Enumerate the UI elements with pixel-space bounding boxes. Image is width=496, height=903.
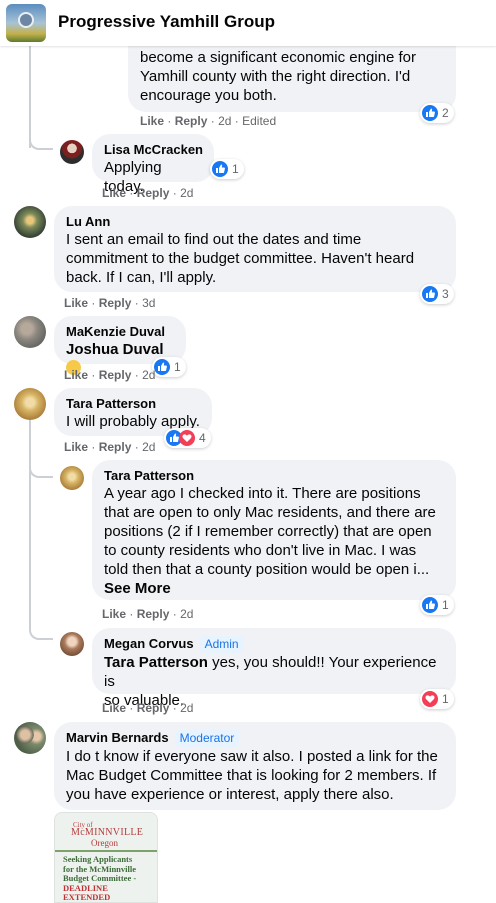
like-reaction-icon bbox=[422, 286, 438, 302]
comment-author: Megan Corvus Admin bbox=[104, 635, 444, 653]
like-reaction-icon bbox=[422, 597, 438, 613]
reaction-summary[interactable]: 1 bbox=[420, 689, 454, 709]
author-name[interactable]: Marvin Bernards bbox=[66, 730, 169, 745]
like-reaction-icon bbox=[212, 161, 228, 177]
reply-button[interactable]: Reply bbox=[137, 186, 170, 200]
avatar[interactable] bbox=[60, 466, 84, 490]
comment-author[interactable]: MaKenzie Duval bbox=[66, 323, 174, 340]
timestamp[interactable]: 2d bbox=[180, 186, 193, 200]
comment-actions: Like · Reply · 2d bbox=[102, 607, 194, 621]
timestamp[interactable]: 2d bbox=[142, 368, 155, 382]
timestamp[interactable]: 2d bbox=[142, 440, 155, 454]
comment-text: I sent an email to find out the dates an… bbox=[66, 231, 415, 286]
comment-bubble: Marvin Bernards Moderator I do t know if … bbox=[54, 722, 456, 810]
see-more-link[interactable]: See More bbox=[104, 579, 444, 598]
divider bbox=[55, 850, 157, 852]
comment-author[interactable]: Lu Ann bbox=[66, 213, 444, 230]
like-reaction-icon bbox=[154, 359, 170, 375]
like-button[interactable]: Like bbox=[140, 114, 164, 128]
love-reaction-icon bbox=[179, 430, 195, 446]
comment-bubble: Tara Patterson A year ago I checked into… bbox=[92, 460, 456, 600]
admin-badge: Admin bbox=[199, 636, 244, 653]
like-button[interactable]: Like bbox=[64, 368, 88, 382]
reply-button[interactable]: Reply bbox=[137, 701, 170, 715]
timestamp[interactable]: 2d bbox=[218, 114, 231, 128]
reply-button[interactable]: Reply bbox=[99, 368, 132, 382]
avatar[interactable] bbox=[14, 316, 46, 348]
timestamp[interactable]: 3d bbox=[142, 296, 155, 310]
comment-actions: Like · Reply · 2d bbox=[64, 440, 156, 454]
reaction-summary[interactable]: 1 bbox=[210, 159, 244, 179]
like-button[interactable]: Like bbox=[64, 440, 88, 454]
like-button[interactable]: Like bbox=[102, 607, 126, 621]
group-header: Progressive Yamhill Group bbox=[0, 0, 496, 46]
reply-button[interactable]: Reply bbox=[99, 440, 132, 454]
thread-connector bbox=[29, 466, 53, 478]
comment-bubble: Lu Ann I sent an email to find out the d… bbox=[54, 206, 456, 292]
comment-text: become a significant economic engine for… bbox=[140, 49, 416, 104]
comment-author: Marvin Bernards Moderator bbox=[66, 729, 444, 747]
mention-link[interactable]: Tara Patterson bbox=[104, 654, 208, 671]
comment-author[interactable]: Tara Patterson bbox=[104, 467, 444, 484]
reply-button[interactable]: Reply bbox=[175, 114, 208, 128]
moderator-badge: Moderator bbox=[174, 730, 240, 747]
reaction-summary[interactable]: 1 bbox=[420, 595, 454, 615]
reaction-summary[interactable]: 3 bbox=[420, 284, 454, 304]
avatar[interactable] bbox=[60, 140, 84, 164]
thread-line bbox=[29, 46, 31, 148]
comment-bubble: Lisa McCracken Applying today. bbox=[92, 134, 214, 195]
avatar[interactable] bbox=[14, 722, 46, 754]
like-reaction-icon bbox=[422, 105, 438, 121]
edited-label: Edited bbox=[242, 114, 277, 128]
author-name[interactable]: Megan Corvus bbox=[104, 636, 194, 651]
timestamp[interactable]: 2d bbox=[180, 607, 193, 621]
reply-button[interactable]: Reply bbox=[99, 296, 132, 310]
comment-bubble: Megan Corvus Admin Tara Patterson yes, yo… bbox=[92, 628, 456, 709]
reaction-summary[interactable]: 1 bbox=[152, 357, 186, 377]
seal-icon bbox=[18, 12, 34, 28]
comment-bubble: become a significant economic engine for… bbox=[128, 42, 456, 112]
comment-actions: Like · Reply · 3d bbox=[64, 296, 156, 310]
avatar[interactable] bbox=[14, 388, 46, 420]
reaction-summary[interactable]: 2 bbox=[420, 103, 454, 123]
comment-actions: Like · Reply · 2d bbox=[64, 368, 156, 382]
like-button[interactable]: Like bbox=[102, 701, 126, 715]
comment-text: A year ago I checked into it. There are … bbox=[104, 485, 436, 578]
like-button[interactable]: Like bbox=[102, 186, 126, 200]
thread-line bbox=[29, 420, 31, 628]
group-avatar[interactable] bbox=[6, 4, 46, 42]
attachment-state: Oregon bbox=[91, 838, 118, 848]
thread-connector bbox=[29, 138, 53, 150]
comment-text: I do t know if everyone saw it also. I p… bbox=[66, 748, 438, 803]
group-title[interactable]: Progressive Yamhill Group bbox=[58, 12, 275, 32]
comment-author[interactable]: Lisa McCracken bbox=[104, 141, 203, 158]
link-attachment-image[interactable]: City of McMINNVILLE Oregon Seeking Appli… bbox=[54, 812, 158, 903]
attachment-text: Seeking Applicants for the McMinnville B… bbox=[63, 854, 137, 902]
love-reaction-icon bbox=[422, 691, 438, 707]
like-button[interactable]: Like bbox=[64, 296, 88, 310]
reaction-summary[interactable]: 4 bbox=[164, 428, 211, 448]
comment-author[interactable]: Tara Patterson bbox=[66, 395, 200, 412]
avatar[interactable] bbox=[14, 206, 46, 238]
comment-actions: Like · Reply · 2d bbox=[102, 186, 194, 200]
comment-actions: Like · Reply · 2d bbox=[102, 701, 194, 715]
timestamp[interactable]: 2d bbox=[180, 701, 193, 715]
comment-actions: Like · Reply · 2d · Edited bbox=[140, 114, 277, 128]
reply-button[interactable]: Reply bbox=[137, 607, 170, 621]
avatar[interactable] bbox=[60, 632, 84, 656]
mention-link[interactable]: Joshua Duval bbox=[66, 341, 164, 358]
thread-connector bbox=[29, 628, 53, 640]
attachment-city: McMINNVILLE bbox=[71, 827, 144, 838]
